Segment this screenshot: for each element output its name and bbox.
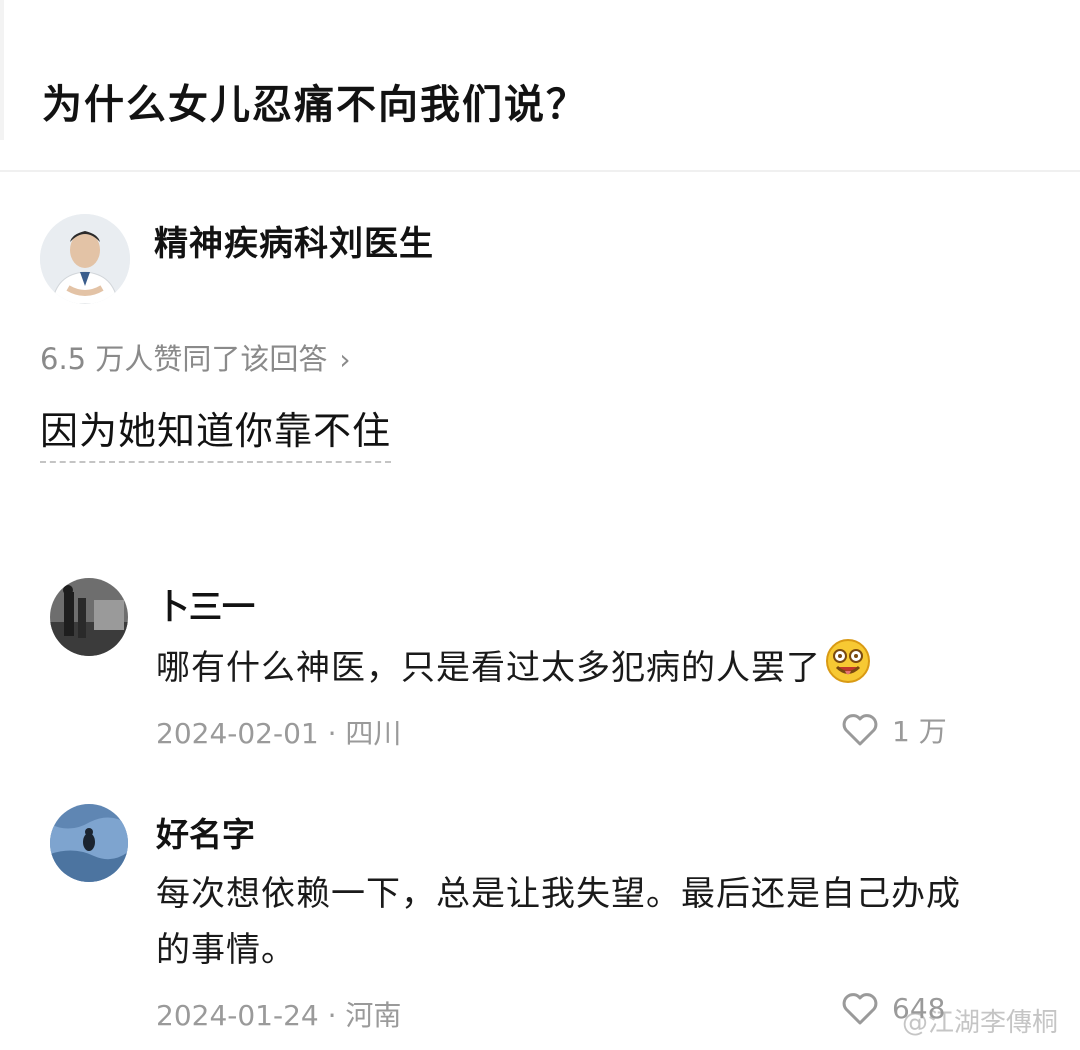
question-header: 为什么女儿忍痛不向我们说？ [0, 0, 1080, 172]
heart-icon [842, 714, 878, 746]
answer-body[interactable]: 因为她知道你靠不住 [40, 400, 392, 463]
comment-date-location: 2024-01-24 · 河南 [156, 999, 402, 1032]
comment-date-location: 2024-02-01 · 四川 [156, 717, 402, 750]
commenter-name[interactable]: 好名字 [156, 808, 255, 856]
drooling-face-emoji [825, 638, 871, 701]
comment-text: 每次想依赖一下，总是让我失望。最后还是自己办成 的事情。 [156, 866, 1036, 978]
answer-page: 为什么女儿忍痛不向我们说？ 精神疾病科刘医生 6.5 万人赞同了该回答 › 因为她… [0, 0, 1080, 1050]
question-title[interactable]: 为什么女儿忍痛不向我们说？ [42, 72, 588, 130]
comment-text-line: 的事情。 [156, 930, 296, 970]
author-name[interactable]: 精神疾病科刘医生 [154, 216, 434, 265]
comment-text-line: 每次想依赖一下，总是让我失望。最后还是自己办成 [156, 874, 961, 914]
upvote-summary[interactable]: 6.5 万人赞同了该回答 › [40, 336, 351, 378]
watermark-text: @江湖李傳桐 [902, 1008, 1059, 1038]
comment-text-content: 哪有什么神医，只是看过太多犯病的人罢了 [156, 648, 821, 688]
commenter-avatar[interactable] [50, 804, 128, 882]
user-avatar-icon [50, 804, 128, 882]
chevron-right-icon: › [339, 343, 351, 376]
commenter-avatar[interactable] [50, 578, 128, 656]
comment-text: 哪有什么神医，只是看过太多犯病的人罢了 [156, 638, 1036, 701]
upvote-count-text: 6.5 万人赞同了该回答 [40, 342, 328, 376]
like-button[interactable]: 1 万 [842, 710, 947, 750]
author-avatar[interactable] [40, 214, 130, 304]
header-edge [0, 0, 4, 140]
commenter-name[interactable]: 卜三一 [156, 580, 255, 628]
like-count: 1 万 [892, 715, 947, 748]
user-avatar-icon [50, 578, 128, 656]
doctor-avatar-icon [40, 214, 130, 304]
heart-icon [842, 992, 878, 1024]
